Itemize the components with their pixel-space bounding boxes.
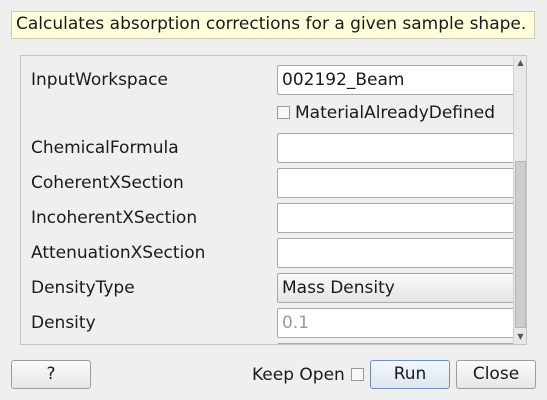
material-already-defined-label: MaterialAlreadyDefined bbox=[295, 103, 496, 123]
property-row-coherent-xsection: CoherentXSection bbox=[21, 168, 517, 198]
material-already-defined-checkbox[interactable] bbox=[277, 105, 290, 119]
next-property-field[interactable] bbox=[277, 343, 517, 344]
density-type-label: DensityType bbox=[31, 278, 135, 298]
scrollbar-thumb[interactable] bbox=[515, 161, 526, 328]
property-row-density-type: DensityType Mass Density bbox=[21, 273, 517, 303]
incoherent-xsection-label: IncoherentXSection bbox=[31, 208, 198, 228]
close-button[interactable]: Close bbox=[456, 360, 536, 389]
coherent-xsection-field[interactable] bbox=[277, 168, 517, 198]
material-already-defined-option[interactable]: MaterialAlreadyDefined bbox=[277, 103, 495, 125]
run-button[interactable]: Run bbox=[370, 360, 450, 389]
scroll-up-arrow-icon[interactable]: ▲ bbox=[514, 57, 526, 69]
scroll-down-arrow-icon[interactable]: ▼ bbox=[514, 331, 526, 343]
chemical-formula-label: ChemicalFormula bbox=[31, 138, 179, 158]
attenuation-xsection-label: AttenuationXSection bbox=[31, 243, 206, 263]
algorithm-description: Calculates absorption corrections for a … bbox=[11, 11, 535, 39]
chemical-formula-field[interactable] bbox=[277, 133, 517, 163]
property-row-density: Density 0.1 bbox=[21, 308, 517, 338]
property-row-attenuation-xsection: AttenuationXSection bbox=[21, 238, 517, 268]
property-row-input-workspace: InputWorkspace 002192_Beam bbox=[21, 65, 517, 95]
properties-scrollbar[interactable]: ▲ ▼ bbox=[513, 56, 526, 344]
density-label: Density bbox=[31, 313, 96, 333]
incoherent-xsection-field[interactable] bbox=[277, 203, 517, 233]
property-row-chemical-formula: ChemicalFormula bbox=[21, 133, 517, 163]
input-workspace-field[interactable]: 002192_Beam bbox=[277, 65, 517, 95]
attenuation-xsection-field[interactable] bbox=[277, 238, 517, 268]
coherent-xsection-label: CoherentXSection bbox=[31, 173, 184, 193]
input-workspace-label: InputWorkspace bbox=[31, 70, 168, 90]
density-field[interactable]: 0.1 bbox=[277, 308, 517, 338]
density-type-select[interactable]: Mass Density bbox=[277, 273, 517, 303]
keep-open-label: Keep Open bbox=[252, 365, 345, 385]
help-button[interactable]: ? bbox=[11, 360, 91, 389]
keep-open-checkbox[interactable] bbox=[350, 367, 364, 381]
property-row-partial bbox=[21, 343, 517, 344]
property-row-incoherent-xsection: IncoherentXSection bbox=[21, 203, 517, 233]
properties-panel: InputWorkspace 002192_Beam MaterialAlrea… bbox=[20, 55, 527, 345]
keep-open-option[interactable]: Keep Open bbox=[252, 365, 364, 385]
